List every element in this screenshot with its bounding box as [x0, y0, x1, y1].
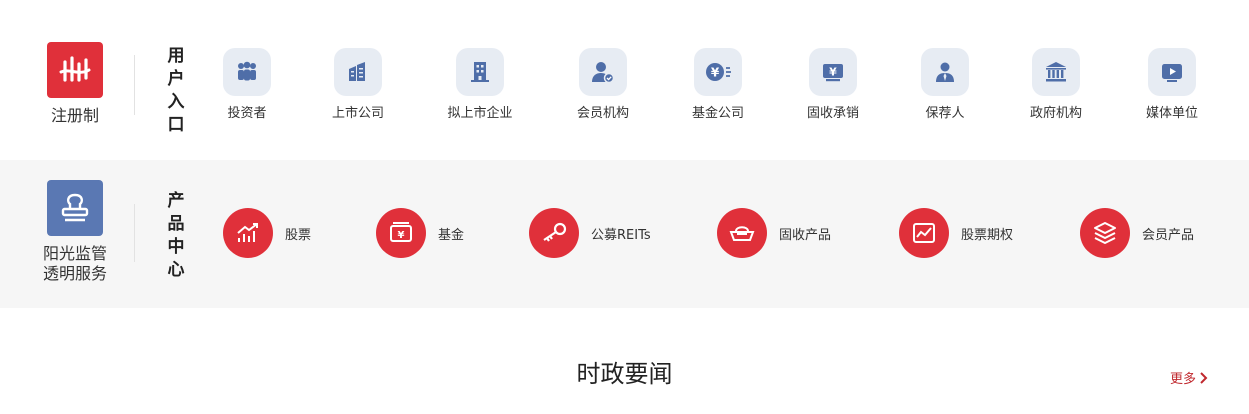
stamp-icon [47, 180, 103, 236]
heading-char: 产 [167, 191, 185, 211]
registration-label: 注册制 [50, 106, 99, 125]
listed-company-icon [334, 48, 382, 96]
entry-label: 投资者 [227, 106, 267, 121]
entry-label: 固收承销 [806, 106, 859, 121]
more-link[interactable]: 更多 [1170, 368, 1208, 387]
product-label: 股票期权 [961, 227, 1014, 243]
more-label: 更多 [1170, 372, 1197, 387]
heading-char: 心 [167, 260, 185, 280]
product-fund[interactable]: ¥ 基金 [376, 208, 464, 258]
svg-text:¥: ¥ [711, 66, 720, 80]
sunshine-supervision-label: 阳光监管 透明服务 [30, 244, 120, 284]
heading-char: 中 [167, 237, 185, 257]
brand-label-line2: 透明服务 [42, 264, 107, 283]
product-center-section: 阳光监管 透明服务 产品中心 股票 ¥ 基金 公募REITs 固收产品 股票期权… [0, 160, 1249, 308]
fund-wallet-icon: ¥ [376, 208, 426, 258]
news-section-title: 时政要闻 [576, 360, 673, 388]
layers-icon [1080, 208, 1130, 258]
entry-label: 政府机构 [1029, 106, 1082, 121]
government-icon [1032, 48, 1080, 96]
heading-char: 口 [167, 115, 185, 135]
divider [134, 204, 135, 262]
entry-investors[interactable]: 投资者 [192, 48, 302, 122]
entry-label: 上市公司 [331, 106, 384, 121]
sunshine-supervision-brand[interactable]: 阳光监管 透明服务 [30, 180, 120, 284]
product-label: 公募REITs [591, 227, 651, 243]
pre-ipo-company-icon [456, 48, 504, 96]
entry-sponsor[interactable]: 保荐人 [890, 48, 1000, 122]
product-label: 股票 [285, 227, 312, 243]
member-institution-icon [579, 48, 627, 96]
svg-text:¥: ¥ [829, 66, 837, 79]
svg-text:¥: ¥ [398, 230, 405, 241]
entry-label: 拟上市企业 [447, 106, 513, 121]
entry-member-institution[interactable]: 会员机构 [548, 48, 658, 122]
product-reits[interactable]: 公募REITs [529, 208, 651, 258]
product-stock-option[interactable]: 股票期权 [899, 208, 1013, 258]
entry-fixed-income[interactable]: ¥ 固收承销 [778, 48, 888, 122]
entry-label: 保荐人 [925, 106, 965, 121]
entry-label: 会员机构 [576, 106, 629, 121]
product-label: 会员产品 [1142, 227, 1195, 243]
investors-icon [223, 48, 271, 96]
media-icon [1148, 48, 1196, 96]
chevron-right-icon [1200, 371, 1208, 384]
heading-char: 入 [167, 92, 185, 112]
product-label: 固收产品 [779, 227, 832, 243]
entry-label: 基金公司 [691, 106, 744, 121]
option-chart-icon [899, 208, 949, 258]
key-icon [529, 208, 579, 258]
entry-media[interactable]: 媒体单位 [1117, 48, 1227, 122]
fixed-income-underwriting-icon: ¥ [809, 48, 857, 96]
brand-label-line1: 阳光监管 [42, 244, 107, 263]
registration-brand[interactable]: 注册制 [30, 42, 120, 126]
entry-label: 媒体单位 [1145, 106, 1198, 121]
entry-fund-company[interactable]: ¥ 基金公司 [663, 48, 773, 122]
entry-pre-ipo[interactable]: 拟上市企业 [425, 48, 535, 122]
registration-logo-icon [47, 42, 103, 98]
divider [134, 55, 135, 115]
fund-company-icon: ¥ [694, 48, 742, 96]
entry-government[interactable]: 政府机构 [1001, 48, 1111, 122]
heading-char: 用 [167, 46, 185, 66]
sponsor-icon [921, 48, 969, 96]
product-stock[interactable]: 股票 [223, 208, 311, 258]
product-label: 基金 [438, 227, 465, 243]
heading-char: 户 [167, 69, 185, 89]
user-entry-section: 注册制 用户入口 投资者 上市公司 拟上市企业 会员机构 ¥ 基金公司 ¥ 固收… [0, 0, 1249, 160]
user-entry-heading: 用户入口 [165, 45, 187, 137]
entry-listed-company[interactable]: 上市公司 [303, 48, 413, 122]
stock-chart-icon [223, 208, 273, 258]
ingot-icon [717, 208, 767, 258]
heading-char: 品 [167, 214, 185, 234]
product-fixed-income[interactable]: 固收产品 [717, 208, 831, 258]
product-center-heading: 产品中心 [165, 190, 187, 282]
product-member[interactable]: 会员产品 [1080, 208, 1194, 258]
